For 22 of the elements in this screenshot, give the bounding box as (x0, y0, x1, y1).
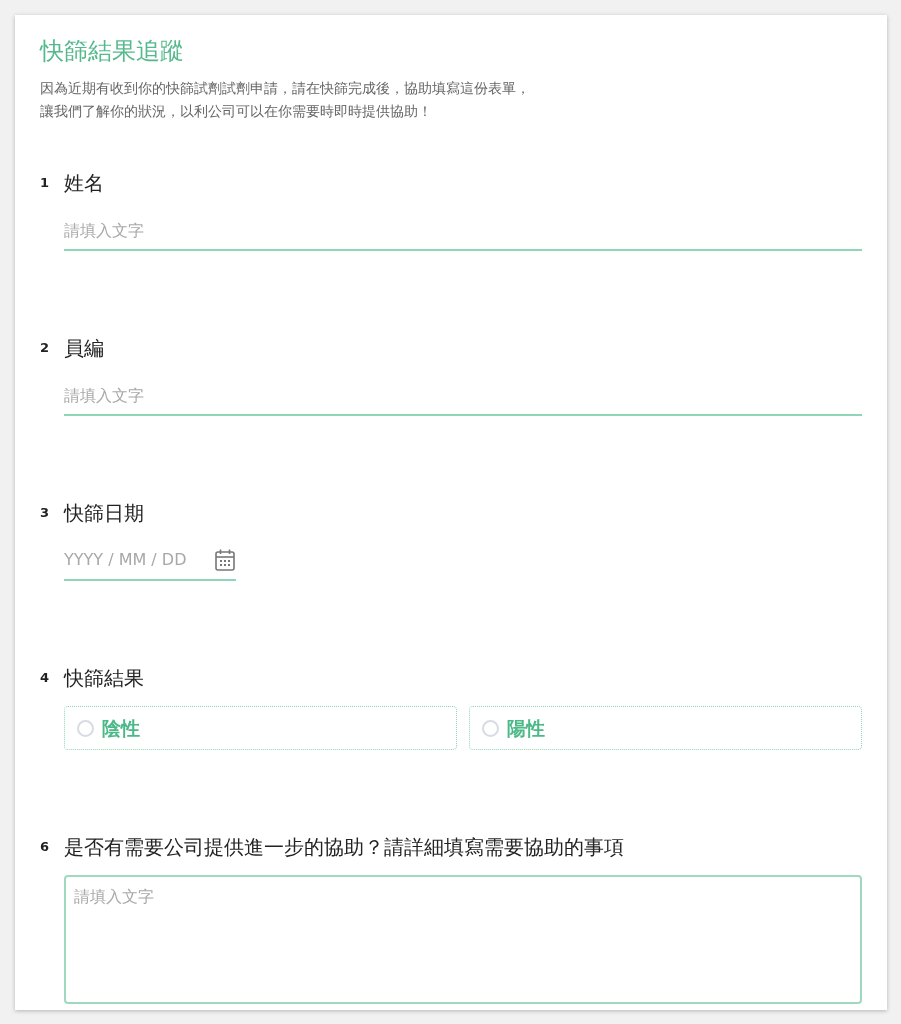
text-field[interactable]: 請填入文字 (64, 376, 862, 416)
question-label: 是否有需要公司提供進一步的協助？請詳細填寫需要協助的事項 (64, 834, 625, 861)
form-description: 讓我們了解你的狀況，以利公司可以在你需要時即時提供協助！ (40, 102, 433, 121)
question-label: 姓名 (64, 170, 105, 197)
question-number: 6 (40, 838, 51, 856)
form-description: 因為近期有收到你的快篩試劑試劑申請，請在快篩完成後，協助填寫這份表單， (40, 79, 531, 98)
text-area[interactable]: 請填入文字 (64, 875, 862, 1004)
radio-option[interactable]: 陰性 (64, 706, 457, 750)
question-number: 1 (40, 174, 51, 192)
question-label: 快篩日期 (64, 500, 145, 527)
question-number: 3 (40, 504, 51, 522)
form-title: 快篩結果追蹤 (40, 36, 185, 67)
calendar-icon[interactable] (214, 548, 236, 572)
radio-option[interactable]: 陽性 (469, 706, 862, 750)
text-field[interactable]: 請填入文字 (64, 211, 862, 251)
question-label: 員編 (64, 335, 105, 362)
option-label: 陽性 (507, 715, 545, 741)
question-number: 4 (40, 669, 51, 687)
question-number: 2 (40, 339, 51, 357)
option-label: 陰性 (102, 715, 140, 741)
date-field[interactable]: YYYY / MM / DD (64, 548, 204, 572)
question-label: 快篩結果 (64, 665, 145, 692)
